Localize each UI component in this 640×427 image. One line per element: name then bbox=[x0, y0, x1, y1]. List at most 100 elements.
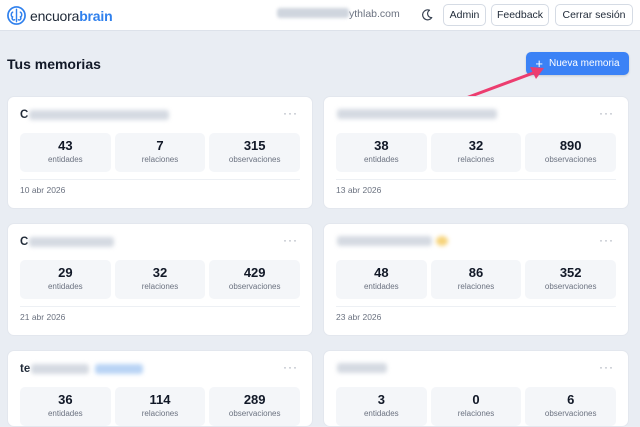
logo-prefix: encuora bbox=[30, 7, 80, 24]
stat-entities: 36 entidades bbox=[20, 387, 111, 426]
memory-card-title: te bbox=[20, 363, 144, 375]
memory-card-title bbox=[336, 109, 497, 119]
stat-label: relaciones bbox=[141, 409, 179, 418]
memory-card-title: C bbox=[20, 109, 170, 121]
stat-value: 32 bbox=[152, 265, 168, 280]
stat-label: entidades bbox=[47, 155, 83, 164]
stat-value: 29 bbox=[58, 265, 73, 280]
card-title-redacted bbox=[29, 110, 170, 120]
stat-observations: 6 observaciones bbox=[525, 387, 617, 426]
brain-icon bbox=[7, 6, 26, 25]
card-title-initial: C bbox=[20, 109, 29, 121]
more-dots-icon[interactable]: ··· bbox=[599, 106, 614, 120]
stat-label: entidades bbox=[47, 409, 83, 418]
memory-card[interactable]: ··· 3 entidades 0 relaciones 6 observacione… bbox=[323, 350, 629, 427]
stat-label: relaciones bbox=[457, 409, 495, 418]
card-stats: 38 entidades 32 relaciones 890 observacione… bbox=[336, 133, 617, 172]
card-divider bbox=[336, 179, 616, 180]
stat-value: 86 bbox=[468, 265, 484, 280]
feedback-button[interactable]: Feedback bbox=[491, 4, 549, 26]
stat-value: 38 bbox=[374, 138, 389, 153]
card-stats: 3 entidades 0 relaciones 6 observaciones bbox=[336, 387, 617, 426]
more-dots-icon[interactable]: ··· bbox=[599, 233, 614, 247]
stat-label: relaciones bbox=[141, 282, 179, 291]
user-email: ythlab.com bbox=[277, 8, 400, 20]
stat-entities: 43 entidades bbox=[20, 133, 111, 172]
stat-value: 0 bbox=[472, 392, 480, 407]
stat-value: 3 bbox=[377, 392, 385, 407]
more-dots-icon[interactable]: ··· bbox=[283, 106, 298, 120]
stat-label: relaciones bbox=[141, 155, 179, 164]
logout-button[interactable]: Cerrar sesión bbox=[555, 4, 633, 26]
emoji-redacted bbox=[436, 236, 448, 246]
moon-icon[interactable] bbox=[420, 8, 434, 22]
memory-card[interactable]: te ··· 36 entidades 114 relaciones 289 obse… bbox=[7, 350, 313, 427]
stat-label: observaciones bbox=[544, 409, 597, 418]
stat-observations: 315 observaciones bbox=[209, 133, 301, 172]
stat-label: observaciones bbox=[544, 282, 597, 291]
stat-relations: 32 relaciones bbox=[430, 133, 522, 172]
admin-button[interactable]: Admin bbox=[443, 4, 486, 26]
stat-relations: 0 relaciones bbox=[430, 387, 522, 426]
stat-value: 48 bbox=[374, 265, 389, 280]
stat-observations: 429 observaciones bbox=[209, 260, 301, 299]
card-title-initial: C bbox=[20, 236, 29, 248]
stat-observations: 890 observaciones bbox=[525, 133, 617, 172]
memory-card[interactable]: C ··· 29 entidades 32 relaciones 429 observ… bbox=[7, 223, 313, 336]
stat-value: 429 bbox=[243, 265, 266, 280]
card-date: 10 abr 2026 bbox=[20, 185, 66, 195]
more-dots-icon[interactable]: ··· bbox=[283, 233, 298, 247]
logo-suffix: brain bbox=[79, 7, 113, 24]
card-title-redacted bbox=[337, 109, 497, 119]
stat-label: entidades bbox=[363, 155, 399, 164]
stat-entities: 48 entidades bbox=[336, 260, 427, 299]
stat-observations: 289 observaciones bbox=[209, 387, 301, 426]
card-stats: 48 entidades 86 relaciones 352 observacione… bbox=[336, 260, 617, 299]
stat-value: 114 bbox=[149, 392, 171, 407]
stat-entities: 38 entidades bbox=[336, 133, 427, 172]
stat-relations: 32 relaciones bbox=[114, 260, 206, 299]
stat-value: 36 bbox=[58, 392, 73, 407]
card-divider bbox=[336, 306, 616, 307]
card-title-redacted bbox=[337, 236, 432, 246]
stat-value: 7 bbox=[156, 138, 164, 153]
stat-relations: 7 relaciones bbox=[114, 133, 206, 172]
email-redacted bbox=[277, 8, 349, 18]
stat-label: relaciones bbox=[457, 155, 495, 164]
stat-label: observaciones bbox=[228, 409, 281, 418]
stat-label: entidades bbox=[363, 282, 399, 291]
logo-text: encuorabrain bbox=[30, 7, 113, 24]
stat-value: 890 bbox=[559, 138, 582, 153]
card-divider bbox=[20, 306, 300, 307]
top-bar: encuorabrain ythlab.com Admin Feedback C… bbox=[0, 0, 640, 31]
card-date: 23 abr 2026 bbox=[336, 312, 382, 322]
page-title: Tus memorias bbox=[7, 56, 101, 72]
stat-entities: 3 entidades bbox=[336, 387, 427, 426]
card-title-redacted bbox=[31, 364, 90, 374]
memory-card-title bbox=[336, 236, 448, 246]
stat-label: observaciones bbox=[228, 155, 281, 164]
card-title-initial: te bbox=[20, 363, 31, 375]
stat-value: 32 bbox=[468, 138, 484, 153]
more-dots-icon[interactable]: ··· bbox=[599, 360, 614, 374]
stat-value: 315 bbox=[243, 138, 266, 153]
email-visible-part: ythlab.com bbox=[349, 8, 400, 20]
more-dots-icon[interactable]: ··· bbox=[283, 360, 298, 374]
memory-card[interactable]: ··· 38 entidades 32 relaciones 890 observac… bbox=[323, 96, 629, 209]
stat-label: observaciones bbox=[228, 282, 281, 291]
card-stats: 29 entidades 32 relaciones 429 observacione… bbox=[20, 260, 301, 299]
memory-card[interactable]: ··· 48 entidades 86 relaciones 352 observac… bbox=[323, 223, 629, 336]
stat-label: observaciones bbox=[544, 155, 597, 164]
card-title-redacted bbox=[337, 363, 387, 373]
memory-card-title: C bbox=[20, 236, 115, 248]
stat-label: entidades bbox=[363, 409, 399, 418]
memory-card[interactable]: C ··· 43 entidades 7 relaciones 315 observa… bbox=[7, 96, 313, 209]
logo[interactable]: encuorabrain bbox=[7, 6, 113, 25]
card-divider bbox=[20, 179, 300, 180]
new-memory-label: Nueva memoria bbox=[549, 58, 620, 69]
card-title-redacted bbox=[29, 237, 115, 247]
stat-label: entidades bbox=[47, 282, 83, 291]
stat-value: 6 bbox=[567, 392, 575, 407]
memory-card-title bbox=[336, 363, 387, 373]
card-stats: 43 entidades 7 relaciones 315 observaciones bbox=[20, 133, 301, 172]
